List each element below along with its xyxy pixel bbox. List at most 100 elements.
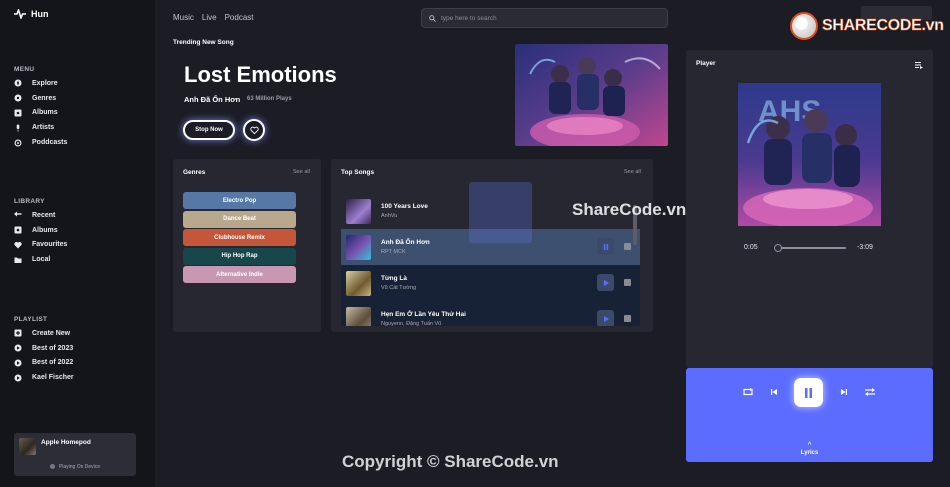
play-circle-icon (14, 374, 22, 382)
trending-label: Trending New Song (173, 39, 234, 46)
menu-item-label: Poddcasts (32, 139, 68, 147)
repeat-button[interactable] (742, 386, 754, 398)
pause-icon (603, 243, 608, 250)
device-name: Apple Homepod (41, 439, 91, 446)
genre-button-clubhouse-remix[interactable]: Clubhouse Remix (183, 229, 296, 246)
genres-see-all-link[interactable]: See all (293, 169, 310, 175)
playlist-item-best-of-2023[interactable]: Best of 2023 (14, 341, 74, 356)
watermark-logo-text: SHARECODE.vn (822, 17, 945, 35)
library-section-title: LIBRARY (14, 198, 45, 205)
player-panel: Player AHS 0:05 -3:09 (686, 50, 933, 368)
genres-card: Genres See all Electro Pop Dance Beat Club… (173, 159, 321, 332)
library-item-albums[interactable]: Albums (14, 223, 67, 238)
menu-item-label: Artists (32, 124, 55, 132)
search-input[interactable] (441, 14, 641, 22)
genre-button-alternative-indie[interactable]: Alternative Indie (183, 266, 296, 283)
pause-icon (805, 387, 812, 398)
menu-item-artists[interactable]: Artists (14, 120, 67, 135)
playlist-item-label: Best of 2022 (32, 359, 74, 367)
library-item-label: Albums (32, 226, 58, 234)
genres-title: Genres (183, 169, 206, 176)
song-row[interactable]: Hẹn Em Ở Lần Yêu Thứ Hai Nguyenn, Đặng Tu… (341, 301, 640, 326)
heart-icon (14, 241, 22, 249)
search-bar[interactable] (421, 8, 668, 28)
song-cover (346, 270, 371, 296)
current-time: 0:05 (744, 244, 758, 251)
album-icon (14, 226, 22, 234)
status-dot-icon (49, 464, 55, 470)
library-item-label: Local (32, 256, 51, 264)
stop-now-button[interactable]: Stop Now (183, 120, 235, 140)
hero-play-count: 63 Million Plays (247, 96, 292, 102)
shuffle-icon (865, 388, 875, 396)
play-circle-icon (14, 359, 22, 367)
lyrics-toggle[interactable]: ^ Lyrics (686, 442, 933, 456)
top-songs-see-all-link[interactable]: See all (624, 169, 641, 175)
song-play-button[interactable] (597, 274, 614, 291)
library-item-local[interactable]: Local (14, 252, 67, 267)
progress-bar[interactable] (774, 244, 846, 252)
album-cover-image (515, 44, 668, 146)
song-title: Hẹn Em Ở Lần Yêu Thứ Hai (381, 311, 466, 318)
device-card[interactable]: Apple Homepod Playing On Device (14, 433, 136, 476)
hero-album-art (515, 44, 668, 146)
top-nav-link-live[interactable]: Live (202, 13, 217, 22)
playlist-item-kael-fischer[interactable]: Kael Fischer (14, 370, 74, 385)
song-artist: Vũ Cát Tường (381, 285, 417, 291)
playlist-section-title: PLAYLIST (14, 316, 48, 323)
previous-button[interactable] (768, 386, 780, 398)
player-title: Player (696, 60, 716, 67)
watermark-bottom: Copyright © ShareCode.vn (342, 452, 559, 471)
genre-button-hip-hop-rap[interactable]: Hip Hop Rap (183, 247, 296, 265)
heart-icon (249, 126, 259, 134)
sidebar: Hun MENU Explore Genres Albums Artists Poddc… (0, 0, 155, 487)
genre-button-dance-beat[interactable]: Dance Beat (183, 210, 296, 228)
watermark-logo: SHARECODE.vn (790, 12, 944, 40)
play-pause-button[interactable] (794, 378, 823, 407)
menu-item-label: Explore (32, 79, 58, 87)
queue-icon[interactable] (915, 61, 923, 69)
playlist-item-best-of-2022[interactable]: Best of 2022 (14, 356, 74, 371)
recent-icon (14, 211, 22, 219)
play-icon (603, 279, 609, 286)
playlist-item-label: Create New (32, 329, 71, 337)
menu-item-label: Albums (32, 109, 58, 117)
song-row[interactable]: Từng Là Vũ Cát Tường (341, 265, 640, 301)
song-pause-button[interactable] (597, 238, 614, 255)
remaining-time: -3:09 (857, 244, 873, 251)
menu-item-label: Genres (32, 94, 57, 102)
more-options-icon[interactable] (624, 243, 631, 250)
hero-artist[interactable]: Anh Đã Ổn Hơn (184, 95, 240, 104)
compass-icon (14, 79, 22, 87)
song-cover (346, 306, 371, 326)
more-options-icon[interactable] (624, 279, 631, 286)
top-nav-link-podcast[interactable]: Podcast (225, 13, 254, 22)
hero-song-title: Lost Emotions (184, 62, 337, 87)
shuffle-button[interactable] (863, 386, 877, 398)
menu-section-title: MENU (14, 66, 35, 73)
top-nav-link-music[interactable]: Music (173, 13, 194, 22)
skip-forward-icon (840, 389, 847, 395)
pulse-logo-icon (14, 9, 26, 19)
menu-item-genres[interactable]: Genres (14, 91, 67, 106)
favourite-button[interactable] (243, 119, 265, 141)
genre-button-electro-pop[interactable]: Electro Pop (183, 192, 296, 209)
disc-icon (14, 94, 22, 102)
song-play-button[interactable] (597, 310, 614, 326)
progress-knob[interactable] (774, 244, 783, 252)
song-meta: Hẹn Em Ở Lần Yêu Thứ Hai Nguyenn, Đặng Tu… (381, 311, 581, 326)
menu-item-explore[interactable]: Explore (14, 76, 67, 91)
top-songs-title: Top Songs (341, 169, 375, 176)
playlist-item-label: Kael Fischer (32, 374, 74, 382)
next-button[interactable] (837, 386, 849, 398)
song-meta: Từng Là Vũ Cát Tường (381, 275, 581, 291)
app-logo[interactable]: Hun (14, 9, 49, 19)
menu-item-albums[interactable]: Albums (14, 106, 67, 121)
library-item-recent[interactable]: Recent (14, 208, 67, 223)
playlist-item-create-new[interactable]: Create New (14, 326, 74, 341)
menu-item-poddcasts[interactable]: Poddcasts (14, 135, 67, 150)
song-cover (346, 234, 371, 260)
library-item-favourites[interactable]: Favourites (14, 238, 67, 253)
more-options-icon[interactable] (624, 315, 631, 322)
song-artist: Nguyenn, Đặng Tuấn Vũ (381, 321, 442, 326)
